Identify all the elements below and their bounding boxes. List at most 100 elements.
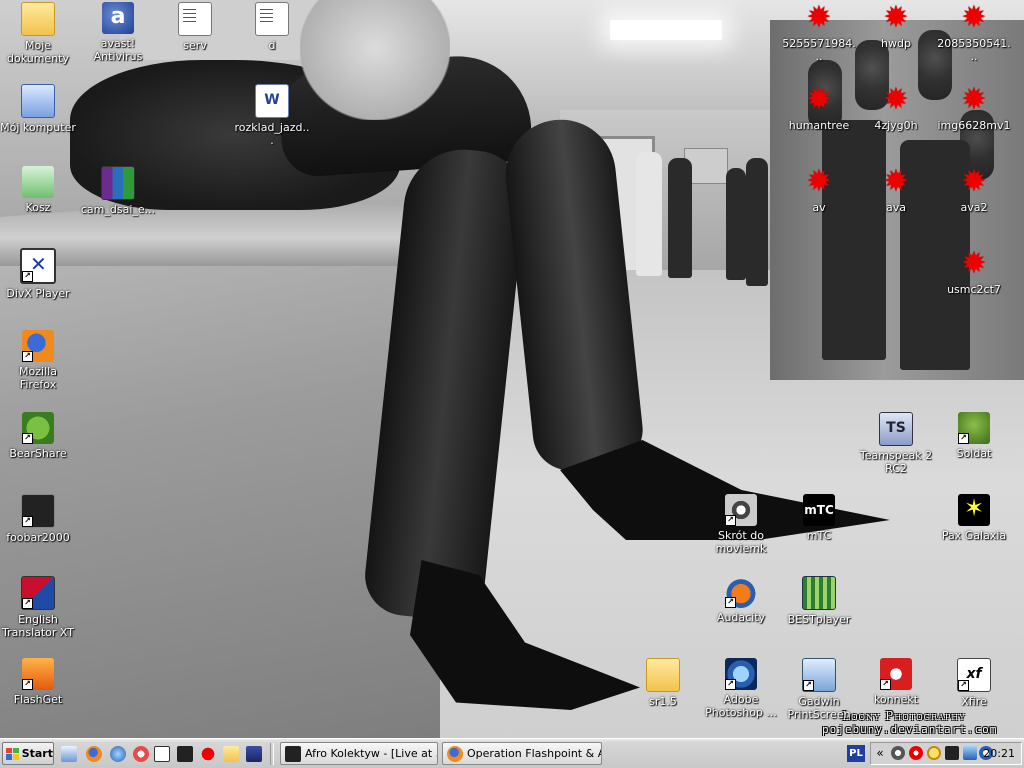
icon-label: sr1.5: [649, 695, 677, 708]
desktop-icon-xfire[interactable]: xf ↗ Xfire: [936, 658, 1012, 708]
avast-icon: a: [102, 2, 134, 34]
desktop-icon-avast[interactable]: a avast! Antivirus: [80, 2, 156, 63]
shortcut-arrow-icon: ↗: [958, 433, 969, 444]
xfire-icon: xf ↗: [957, 658, 991, 692]
red-splat-image-icon: ✹: [806, 0, 832, 35]
tray-smiley-icon[interactable]: [927, 746, 941, 760]
icon-label: Adobe Photoshop ...: [705, 693, 777, 719]
desktop-icon-hwdp[interactable]: ✹ hwdp: [858, 0, 934, 51]
tray-app-icon[interactable]: [891, 746, 905, 760]
icon-label: mTC: [806, 529, 832, 542]
desktop-icon-teamspeak[interactable]: TS Teamspeak 2 RC2: [858, 412, 934, 475]
desktop-icon-konnekt[interactable]: ↗ konnekt: [858, 658, 934, 706]
divx-icon[interactable]: [154, 746, 170, 762]
foobar-alien-icon[interactable]: [177, 746, 193, 762]
bearshare-icon: ↗: [22, 412, 54, 444]
shortcut-arrow-icon: ↗: [725, 515, 736, 526]
task-button-operation-flashpoint[interactable]: Operation Flashpoint & A...: [442, 742, 602, 765]
start-button[interactable]: Start: [2, 742, 54, 765]
desktop-icon-ava[interactable]: ✹ ava: [858, 164, 934, 215]
desktop-icon-bestplayer[interactable]: BESTplayer: [781, 576, 857, 626]
desktop-icon-moviemk[interactable]: ↗ Skrót do moviemk: [703, 494, 779, 555]
desktop-icon-moj-komputer[interactable]: Mój komputer: [0, 84, 76, 134]
firefox-icon: ↗: [22, 330, 54, 362]
icon-label: d: [268, 39, 276, 52]
desktop-icon-flashget[interactable]: ↗ FlashGet: [0, 658, 76, 706]
folder-icon[interactable]: [223, 746, 239, 762]
shortcut-arrow-icon: ↗: [22, 271, 33, 282]
red-splat-image-icon: ✹: [883, 82, 909, 117]
alien-icon: [285, 745, 301, 762]
desktop-icon-bearshare[interactable]: ↗ BearShare: [0, 412, 76, 460]
show-desktop-icon[interactable]: [61, 746, 77, 762]
icon-label: Gadwin PrintScreen: [787, 695, 851, 721]
flashget-icon: ↗: [22, 658, 54, 690]
desktop-icon-photoshop[interactable]: ↗ Adobe Photoshop ...: [703, 658, 779, 719]
gamepad-icon[interactable]: [246, 746, 262, 762]
desktop-icon-foobar2000[interactable]: ↗ foobar2000: [0, 494, 76, 544]
icon-label: foobar2000: [6, 531, 70, 544]
icon-label: Mozilla Firefox: [19, 365, 57, 391]
desktop-icon-d[interactable]: d: [234, 2, 310, 52]
desktop-icon-mtc[interactable]: mTC mTC: [781, 494, 857, 542]
desktop-icon-rozklad[interactable]: W rozklad_jazd...: [234, 84, 310, 147]
shortcut-arrow-icon: ↗: [22, 516, 33, 527]
firefox-icon[interactable]: [86, 746, 102, 762]
text-document-icon: [255, 2, 289, 36]
photoshop-icon: ↗: [725, 658, 757, 690]
red-splat-icon[interactable]: [200, 746, 216, 762]
winrar-archive-icon: [101, 166, 135, 200]
red-splat-image-icon: ✹: [883, 164, 909, 199]
movie-maker-icon: ↗: [725, 494, 757, 526]
shortcut-arrow-icon: ↗: [22, 433, 33, 444]
desktop-icon-humantree[interactable]: ✹ humantree: [781, 84, 857, 133]
desktop-icon-usmc2ct7[interactable]: ✹ usmc2ct7: [936, 248, 1012, 297]
language-indicator[interactable]: PL: [847, 745, 865, 762]
desktop-icon-2085350541[interactable]: ✹ 2085350541...: [936, 2, 1012, 64]
icon-label: ava: [886, 201, 906, 214]
wallpaper-person: [636, 152, 662, 276]
shortcut-arrow-icon: ↗: [22, 351, 33, 362]
tray-konnekt-icon[interactable]: [909, 746, 923, 760]
icon-label: Audacity: [716, 611, 766, 624]
icon-label: img6628mv1: [937, 119, 1011, 132]
icon-label: Mój komputer: [0, 121, 76, 134]
globe-icon[interactable]: [110, 746, 126, 762]
desktop-icon-gadwin[interactable]: ↗ Gadwin PrintScreen: [781, 658, 857, 721]
red-splat-image-icon: ✹: [883, 0, 909, 35]
desktop-icon-5255571984[interactable]: ✹ 5255571984...: [781, 0, 857, 64]
desktop-icon-ava2[interactable]: ✹ ava2: [936, 166, 1012, 215]
task-button-afro-kolektyw[interactable]: Afro Kolektyw - [Live at ...: [280, 742, 438, 765]
desktop-icon-cam-dsai[interactable]: cam_dsai_e...: [80, 166, 156, 216]
tray-foobar-icon[interactable]: [945, 746, 959, 760]
icon-label: Soldat: [956, 447, 992, 460]
wallpaper-person: [726, 168, 746, 280]
smiley-messenger-icon[interactable]: [133, 746, 149, 762]
desktop-icon-english-translator[interactable]: ↗ English Translator XT: [0, 576, 76, 639]
mtc-icon: mTC: [803, 494, 835, 526]
desktop-icon-soldat[interactable]: ↗ Soldat: [936, 412, 1012, 460]
desktop-icon-kosz[interactable]: Kosz: [0, 166, 76, 214]
desktop-icon-serv[interactable]: serv: [157, 2, 233, 52]
desktop-icon-pax-galaxia[interactable]: Pax Galaxia: [936, 494, 1012, 542]
film-strip-icon: [802, 576, 836, 610]
taskbar-separator: [270, 743, 274, 765]
desktop-icon-audacity[interactable]: ↗ Audacity: [703, 576, 779, 624]
icon-label: BESTplayer: [787, 613, 851, 626]
desktop-icon-av[interactable]: ✹ av: [781, 166, 857, 215]
text-document-icon: [178, 2, 212, 36]
network-icon[interactable]: [963, 746, 977, 760]
foobar-alien-icon: ↗: [21, 494, 55, 528]
desktop-icon-sr15[interactable]: sr1.5: [625, 658, 701, 708]
wallpaper-watermark-title: Loony Photography: [842, 709, 966, 723]
tray-expand-chevron-icon[interactable]: «: [873, 745, 887, 762]
desktop-icon-moje-dokumenty[interactable]: Moje dokumenty: [0, 2, 76, 65]
desktop-icon-divx-player[interactable]: ↗ DivX Player: [0, 248, 76, 300]
icon-label: ava2: [960, 201, 988, 214]
desktop-icon-4zjyg0h[interactable]: ✹ 4zjyg0h: [858, 82, 934, 133]
desktop-icon-img6628mv1[interactable]: ✹ img6628mv1: [936, 84, 1012, 133]
desktop-icon-firefox[interactable]: ↗ Mozilla Firefox: [0, 330, 76, 391]
clock[interactable]: 20:21: [983, 747, 1015, 760]
divx-icon: ↗: [20, 248, 56, 284]
folder-icon: [646, 658, 680, 692]
